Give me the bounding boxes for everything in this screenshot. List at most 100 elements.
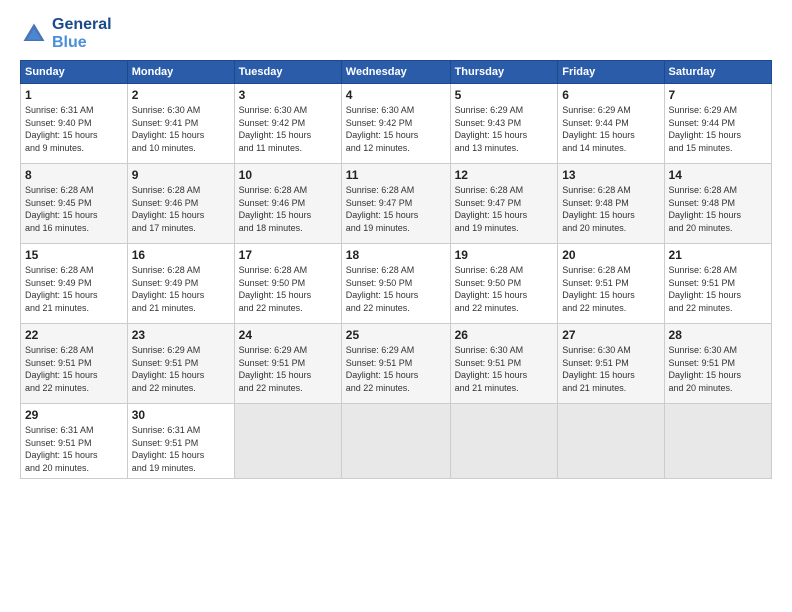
calendar-cell: 12Sunrise: 6:28 AM Sunset: 9:47 PM Dayli… (450, 164, 558, 244)
calendar-cell: 16 Sunrise: 6:28 AM Sunset: 9:49 PM Dayli… (127, 244, 234, 324)
logo: General Blue (20, 16, 112, 52)
day-info: Sunrise: 6:28 AM Sunset: 9:51 PM Dayligh… (25, 344, 123, 394)
day-number: 21 (669, 248, 767, 262)
calendar-cell: 10 Sunrise: 6:28 AM Sunset: 9:46 PM Dayli… (234, 164, 341, 244)
day-info: Sunrise: 6:28 AM Sunset: 9:51 PM Dayligh… (562, 264, 659, 314)
day-header-sunday: Sunday (21, 61, 128, 84)
day-number: 4 (346, 88, 446, 102)
calendar-cell: 2 Sunrise: 6:30 AM Sunset: 9:41 PM Daylig… (127, 84, 234, 164)
day-info: Sunrise: 6:28 AM Sunset: 9:51 PM Dayligh… (669, 264, 767, 314)
header: General Blue (20, 16, 772, 52)
calendar-cell: 11 Sunrise: 6:28 AM Sunset: 9:47 PM Dayli… (341, 164, 450, 244)
day-info: Sunrise: 6:28 AM Sunset: 9:45 PM Dayligh… (25, 184, 123, 234)
day-info: Sunrise: 6:30 AM Sunset: 9:51 PM Dayligh… (562, 344, 659, 394)
day-info: Sunrise: 6:28 AM Sunset: 9:50 PM Dayligh… (455, 264, 554, 314)
day-number: 20 (562, 248, 659, 262)
day-number: 1 (25, 88, 123, 102)
day-number: 11 (346, 168, 446, 182)
day-info: Sunrise: 6:29 AM Sunset: 9:51 PM Dayligh… (132, 344, 230, 394)
calendar-cell: 25Sunrise: 6:29 AM Sunset: 9:51 PM Dayli… (341, 324, 450, 404)
day-number: 26 (455, 328, 554, 342)
day-info: Sunrise: 6:28 AM Sunset: 9:46 PM Dayligh… (132, 184, 230, 234)
calendar-cell (450, 404, 558, 479)
day-header-friday: Friday (558, 61, 664, 84)
day-number: 14 (669, 168, 767, 182)
calendar-cell (664, 404, 771, 479)
calendar-cell: 28 Sunrise: 6:30 AM Sunset: 9:51 PM Dayli… (664, 324, 771, 404)
calendar-cell: 6 Sunrise: 6:29 AM Sunset: 9:44 PM Daylig… (558, 84, 664, 164)
day-number: 2 (132, 88, 230, 102)
day-info: Sunrise: 6:30 AM Sunset: 9:42 PM Dayligh… (239, 104, 337, 154)
calendar-cell: 23Sunrise: 6:29 AM Sunset: 9:51 PM Dayli… (127, 324, 234, 404)
day-info: Sunrise: 6:29 AM Sunset: 9:44 PM Dayligh… (669, 104, 767, 154)
day-info: Sunrise: 6:28 AM Sunset: 9:48 PM Dayligh… (562, 184, 659, 234)
day-info: Sunrise: 6:31 AM Sunset: 9:51 PM Dayligh… (132, 424, 230, 474)
day-header-saturday: Saturday (664, 61, 771, 84)
day-info: Sunrise: 6:30 AM Sunset: 9:42 PM Dayligh… (346, 104, 446, 154)
day-info: Sunrise: 6:28 AM Sunset: 9:49 PM Dayligh… (25, 264, 123, 314)
day-info: Sunrise: 6:28 AM Sunset: 9:48 PM Dayligh… (669, 184, 767, 234)
day-info: Sunrise: 6:30 AM Sunset: 9:41 PM Dayligh… (132, 104, 230, 154)
logo-icon (20, 20, 48, 48)
day-number: 7 (669, 88, 767, 102)
calendar-cell: 7 Sunrise: 6:29 AM Sunset: 9:44 PM Daylig… (664, 84, 771, 164)
calendar-cell: 17 Sunrise: 6:28 AM Sunset: 9:50 PM Dayli… (234, 244, 341, 324)
day-number: 15 (25, 248, 123, 262)
day-info: Sunrise: 6:28 AM Sunset: 9:50 PM Dayligh… (346, 264, 446, 314)
day-header-wednesday: Wednesday (341, 61, 450, 84)
calendar-cell: 8 Sunrise: 6:28 AM Sunset: 9:45 PM Daylig… (21, 164, 128, 244)
calendar-cell: 18 Sunrise: 6:28 AM Sunset: 9:50 PM Dayli… (341, 244, 450, 324)
calendar-cell (558, 404, 664, 479)
day-info: Sunrise: 6:31 AM Sunset: 9:40 PM Dayligh… (25, 104, 123, 154)
logo-text: General Blue (52, 16, 112, 52)
calendar-cell: 24 Sunrise: 6:29 AM Sunset: 9:51 PM Dayli… (234, 324, 341, 404)
calendar-cell: 4 Sunrise: 6:30 AM Sunset: 9:42 PM Daylig… (341, 84, 450, 164)
day-info: Sunrise: 6:29 AM Sunset: 9:51 PM Dayligh… (239, 344, 337, 394)
day-number: 16 (132, 248, 230, 262)
calendar-cell: 19 Sunrise: 6:28 AM Sunset: 9:50 PM Dayli… (450, 244, 558, 324)
calendar-cell: 9Sunrise: 6:28 AM Sunset: 9:46 PM Daylig… (127, 164, 234, 244)
day-number: 24 (239, 328, 337, 342)
calendar-cell: 5Sunrise: 6:29 AM Sunset: 9:43 PM Daylig… (450, 84, 558, 164)
day-info: Sunrise: 6:28 AM Sunset: 9:46 PM Dayligh… (239, 184, 337, 234)
calendar-cell: 13 Sunrise: 6:28 AM Sunset: 9:48 PM Dayli… (558, 164, 664, 244)
calendar-cell (341, 404, 450, 479)
day-info: Sunrise: 6:28 AM Sunset: 9:49 PM Dayligh… (132, 264, 230, 314)
calendar-cell: 29 Sunrise: 6:31 AM Sunset: 9:51 PM Dayli… (21, 404, 128, 479)
day-header-thursday: Thursday (450, 61, 558, 84)
day-number: 13 (562, 168, 659, 182)
day-number: 12 (455, 168, 554, 182)
calendar-table: SundayMondayTuesdayWednesdayThursdayFrid… (20, 60, 772, 479)
calendar-cell: 26 Sunrise: 6:30 AM Sunset: 9:51 PM Dayli… (450, 324, 558, 404)
day-info: Sunrise: 6:29 AM Sunset: 9:44 PM Dayligh… (562, 104, 659, 154)
day-number: 10 (239, 168, 337, 182)
day-info: Sunrise: 6:31 AM Sunset: 9:51 PM Dayligh… (25, 424, 123, 474)
day-number: 30 (132, 408, 230, 422)
day-info: Sunrise: 6:30 AM Sunset: 9:51 PM Dayligh… (455, 344, 554, 394)
day-number: 3 (239, 88, 337, 102)
day-number: 27 (562, 328, 659, 342)
calendar-cell: 14 Sunrise: 6:28 AM Sunset: 9:48 PM Dayli… (664, 164, 771, 244)
day-number: 18 (346, 248, 446, 262)
calendar-cell (234, 404, 341, 479)
day-number: 29 (25, 408, 123, 422)
calendar-cell: 20 Sunrise: 6:28 AM Sunset: 9:51 PM Dayli… (558, 244, 664, 324)
calendar-cell: 1 Sunrise: 6:31 AM Sunset: 9:40 PM Daylig… (21, 84, 128, 164)
calendar-cell: 21 Sunrise: 6:28 AM Sunset: 9:51 PM Dayli… (664, 244, 771, 324)
calendar-cell: 3 Sunrise: 6:30 AM Sunset: 9:42 PM Daylig… (234, 84, 341, 164)
day-info: Sunrise: 6:28 AM Sunset: 9:50 PM Dayligh… (239, 264, 337, 314)
day-number: 5 (455, 88, 554, 102)
calendar-cell: 15 Sunrise: 6:28 AM Sunset: 9:49 PM Dayli… (21, 244, 128, 324)
calendar-cell: 30 Sunrise: 6:31 AM Sunset: 9:51 PM Dayli… (127, 404, 234, 479)
day-number: 19 (455, 248, 554, 262)
day-info: Sunrise: 6:28 AM Sunset: 9:47 PM Dayligh… (346, 184, 446, 234)
day-number: 8 (25, 168, 123, 182)
day-number: 17 (239, 248, 337, 262)
day-info: Sunrise: 6:29 AM Sunset: 9:51 PM Dayligh… (346, 344, 446, 394)
day-header-tuesday: Tuesday (234, 61, 341, 84)
calendar-cell: 22Sunrise: 6:28 AM Sunset: 9:51 PM Dayli… (21, 324, 128, 404)
day-header-monday: Monday (127, 61, 234, 84)
day-number: 28 (669, 328, 767, 342)
day-number: 6 (562, 88, 659, 102)
day-info: Sunrise: 6:30 AM Sunset: 9:51 PM Dayligh… (669, 344, 767, 394)
